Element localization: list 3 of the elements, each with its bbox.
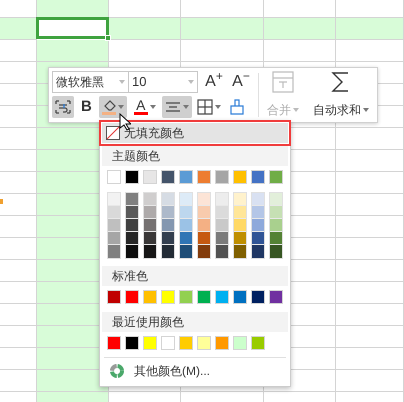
section-header: 最近使用颜色 [102, 312, 288, 332]
section-header: 标准色 [102, 266, 288, 286]
section-header: 主题颜色 [102, 146, 288, 166]
